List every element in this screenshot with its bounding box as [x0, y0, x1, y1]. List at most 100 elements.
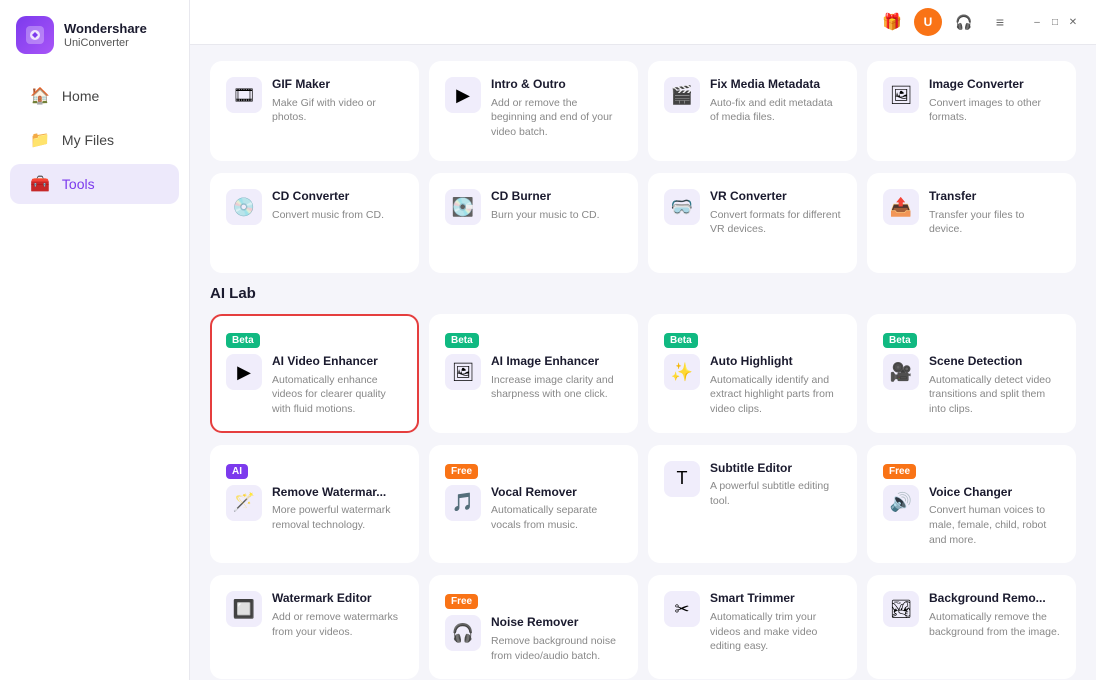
- tool-card-vr-converter[interactable]: 🥽 VR Converter Convert formats for differe…: [648, 173, 857, 273]
- tool-card-subtitle-editor[interactable]: TSubtitle EditorA powerful subtitle edit…: [648, 445, 857, 564]
- tool-desc: Burn your music to CD.: [491, 208, 622, 223]
- tool-icon: 🔊: [883, 485, 919, 521]
- tool-desc: Add or remove the beginning and end of y…: [491, 96, 622, 140]
- tool-title: Noise Remover: [491, 615, 622, 631]
- tool-badge: Free: [445, 594, 478, 609]
- tool-icon: 🎞: [226, 77, 262, 113]
- sidebar-item-myfiles[interactable]: 📁 My Files: [10, 120, 179, 160]
- tool-icon: 🖼: [883, 77, 919, 113]
- tool-icon: ✨: [664, 354, 700, 390]
- tool-title: AI Video Enhancer: [272, 354, 403, 370]
- tool-icon: 💿: [226, 189, 262, 225]
- logo-icon: [16, 16, 54, 54]
- tool-card-smart-trimmer[interactable]: ✂ Smart Trimmer Automatically trim your vi…: [648, 575, 857, 679]
- logo-area: Wondershare UniConverter: [0, 16, 189, 74]
- tool-desc: More powerful watermark removal technolo…: [272, 503, 403, 532]
- titlebar: 🎁 U 🎧 ≡ – □ ✕: [190, 0, 1096, 45]
- tool-card-ai-video-enhancer[interactable]: Beta▶AI Video EnhancerAutomatically enha…: [210, 314, 419, 433]
- tool-title: Auto Highlight: [710, 354, 841, 370]
- tool-desc: Remove background noise from video/audio…: [491, 634, 622, 663]
- tool-desc: Automatically remove the background from…: [929, 610, 1060, 639]
- tool-title: Image Converter: [929, 77, 1060, 93]
- tool-badge: Free: [883, 464, 916, 479]
- content-area: 🎞 GIF Maker Make Gif with video or photos.…: [190, 45, 1096, 680]
- tool-icon: 🏞: [883, 591, 919, 627]
- tool-card-image-converter[interactable]: 🖼 Image Converter Convert images to other …: [867, 61, 1076, 161]
- ai-row3-grid: 🔲Watermark EditorAdd or remove watermark…: [210, 575, 1076, 679]
- tool-badge: AI: [226, 464, 248, 479]
- tool-desc: Automatically trim your videos and make …: [710, 610, 841, 654]
- tool-card-background-remo[interactable]: 🏞 Background Remo... Automatically remove …: [867, 575, 1076, 679]
- tool-icon: 🖼: [445, 354, 481, 390]
- sidebar: Wondershare UniConverter 🏠 Home 📁 My Fil…: [0, 0, 190, 680]
- tool-title: Transfer: [929, 189, 1060, 205]
- tool-card-watermark-editor[interactable]: 🔲Watermark EditorAdd or remove watermark…: [210, 575, 419, 679]
- tool-desc: Auto-fix and edit metadata of media file…: [710, 96, 841, 125]
- tool-title: Vocal Remover: [491, 485, 622, 501]
- tool-icon: 🎥: [883, 354, 919, 390]
- tool-desc: Add or remove watermarks from your video…: [272, 610, 403, 639]
- ai-lab-section-label: AI Lab: [210, 285, 1076, 302]
- tool-desc: Convert music from CD.: [272, 208, 403, 223]
- tool-badge: Beta: [664, 333, 698, 348]
- tool-title: Subtitle Editor: [710, 461, 841, 477]
- sidebar-item-myfiles-label: My Files: [62, 132, 114, 148]
- tool-badge: Free: [445, 464, 478, 479]
- tool-icon: ▶: [445, 77, 481, 113]
- tool-desc: Increase image clarity and sharpness wit…: [491, 373, 622, 402]
- tool-title: GIF Maker: [272, 77, 403, 93]
- tool-icon: 📤: [883, 189, 919, 225]
- gift-icon[interactable]: 🎁: [878, 8, 906, 36]
- tool-icon: 🪄: [226, 485, 262, 521]
- tool-card-remove-watermar[interactable]: AI🪄Remove Watermar...More powerful water…: [210, 445, 419, 564]
- ai-row1-grid: Beta▶AI Video EnhancerAutomatically enha…: [210, 314, 1076, 433]
- tool-desc: Automatically detect video transitions a…: [929, 373, 1060, 417]
- headset-icon[interactable]: 🎧: [950, 8, 978, 36]
- tool-icon: 🎵: [445, 485, 481, 521]
- window-controls: – □ ✕: [1030, 15, 1080, 29]
- tool-title: Background Remo...: [929, 591, 1060, 607]
- maximize-button[interactable]: □: [1048, 15, 1062, 29]
- tool-desc: Convert images to other formats.: [929, 96, 1060, 125]
- tool-card-vocal-remover[interactable]: Free 🎵 Vocal Remover Automatically separate…: [429, 445, 638, 564]
- tool-title: CD Burner: [491, 189, 622, 205]
- tool-icon: ✂: [664, 591, 700, 627]
- sidebar-item-tools[interactable]: 🧰 Tools: [10, 164, 179, 204]
- tool-card-voice-changer[interactable]: Free🔊Voice ChangerConvert human voices t…: [867, 445, 1076, 564]
- tool-card-noise-remover[interactable]: Free 🎧 Noise Remover Remove background nois…: [429, 575, 638, 679]
- tool-card-gif-maker[interactable]: 🎞 GIF Maker Make Gif with video or photos.: [210, 61, 419, 161]
- tool-card-auto-highlight[interactable]: Beta ✨ Auto Highlight Automatically identif…: [648, 314, 857, 433]
- sidebar-item-home[interactable]: 🏠 Home: [10, 76, 179, 116]
- close-button[interactable]: ✕: [1066, 15, 1080, 29]
- tool-desc: Convert formats for different VR devices…: [710, 208, 841, 237]
- tool-card-intro--outro[interactable]: ▶Intro & OutroAdd or remove the beginnin…: [429, 61, 638, 161]
- tool-card-ai-image-enhancer[interactable]: Beta🖼AI Image EnhancerIncrease image cla…: [429, 314, 638, 433]
- tool-desc: Transfer your files to device.: [929, 208, 1060, 237]
- tool-badge: Beta: [226, 333, 260, 348]
- tool-title: Scene Detection: [929, 354, 1060, 370]
- tool-title: Smart Trimmer: [710, 591, 841, 607]
- tool-icon: 🎧: [445, 615, 481, 651]
- avatar[interactable]: U: [914, 8, 942, 36]
- tool-desc: Automatically identify and extract highl…: [710, 373, 841, 417]
- files-icon: 📁: [30, 130, 50, 150]
- tool-icon: 🥽: [664, 189, 700, 225]
- home-icon: 🏠: [30, 86, 50, 106]
- sidebar-item-tools-label: Tools: [62, 176, 95, 192]
- tool-icon: 🎬: [664, 77, 700, 113]
- menu-icon[interactable]: ≡: [986, 8, 1014, 36]
- tool-card-transfer[interactable]: 📤 Transfer Transfer your files to device.: [867, 173, 1076, 273]
- ai-row2-grid: AI🪄Remove Watermar...More powerful water…: [210, 445, 1076, 564]
- tool-title: VR Converter: [710, 189, 841, 205]
- tool-card-cd-burner[interactable]: 💽CD BurnerBurn your music to CD.: [429, 173, 638, 273]
- minimize-button[interactable]: –: [1030, 15, 1044, 29]
- tool-title: CD Converter: [272, 189, 403, 205]
- tool-card-scene-detection[interactable]: Beta🎥Scene DetectionAutomatically detect…: [867, 314, 1076, 433]
- tool-desc: Automatically separate vocals from music…: [491, 503, 622, 532]
- tool-card-cd-converter[interactable]: 💿 CD Converter Convert music from CD.: [210, 173, 419, 273]
- sidebar-item-home-label: Home: [62, 88, 99, 104]
- main-area: 🎁 U 🎧 ≡ – □ ✕ 🎞 GIF Maker Make Gif with vi…: [190, 0, 1096, 680]
- tool-title: Voice Changer: [929, 485, 1060, 501]
- tool-desc: Make Gif with video or photos.: [272, 96, 403, 125]
- tool-card-fix-media-metadata[interactable]: 🎬Fix Media MetadataAuto-fix and edit met…: [648, 61, 857, 161]
